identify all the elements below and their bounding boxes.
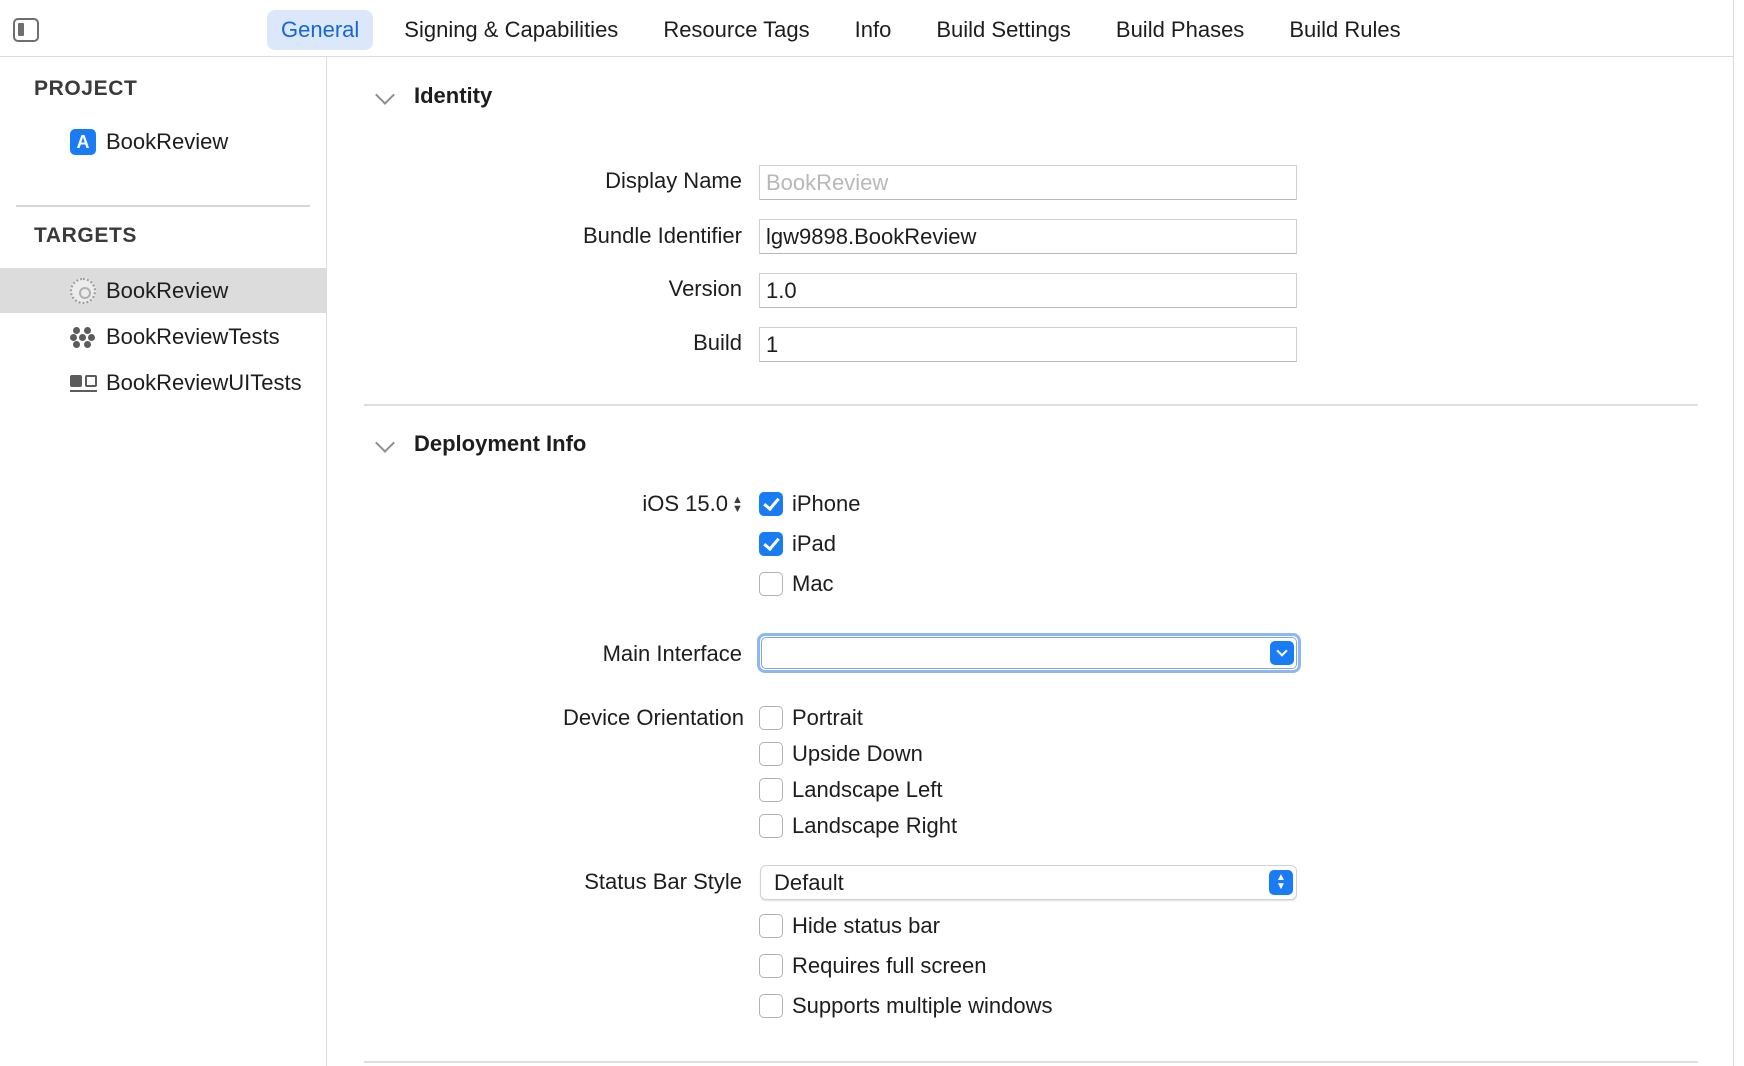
version-row: Version	[328, 276, 742, 306]
bundle-identifier-label: Bundle Identifier	[583, 223, 742, 248]
deployment-section-title: Deployment Info	[414, 431, 587, 456]
project-target-sidebar: PROJECT A BookReview TARGETS BookReview …	[0, 57, 327, 1066]
checkbox-label: Landscape Right	[792, 813, 958, 838]
general-settings-editor: Identity Display Name BookReview Bundle …	[328, 57, 1733, 1066]
main-interface-label: Main Interface	[602, 641, 742, 666]
status-bar-row: Status Bar Style	[328, 869, 742, 899]
sidebar-item-label: BookReviewTests	[106, 324, 280, 349]
window-edge	[1733, 0, 1734, 1066]
tab-signing-capabilities[interactable]: Signing & Capabilities	[390, 10, 632, 50]
checkbox-label: Upside Down	[792, 741, 923, 766]
checkbox-unchecked-icon[interactable]	[759, 778, 783, 802]
build-label: Build	[693, 330, 742, 355]
checkbox-unchecked-icon[interactable]	[759, 914, 783, 938]
main-interface-row: Main Interface	[328, 641, 742, 671]
checkbox-unchecked-icon[interactable]	[759, 706, 783, 730]
project-heading: PROJECT	[34, 77, 138, 100]
sidebar-item-target-bookreview[interactable]: BookReview	[0, 268, 326, 313]
bundle-id-row: Bundle Identifier	[328, 223, 742, 253]
sidebar-item-project-bookreview[interactable]: A BookReview	[0, 119, 326, 164]
checkbox-unchecked-icon[interactable]	[759, 994, 783, 1018]
chevron-down-icon[interactable]	[1270, 641, 1294, 665]
tab-general[interactable]: General	[267, 10, 374, 50]
checkbox-label: iPad	[792, 531, 837, 556]
tab-build-rules[interactable]: Build Rules	[1275, 10, 1414, 50]
deployment-disclosure-chevron-icon[interactable]	[375, 433, 395, 453]
device-checkbox-iphone[interactable]: iPhone	[759, 491, 861, 517]
checkbox-label: Portrait	[792, 705, 863, 730]
ios-version-row: iOS 15.0 ▲ ▼	[328, 491, 743, 521]
tab-list: General Signing & Capabilities Resource …	[267, 10, 1432, 50]
sidebar-item-label: BookReviewUITests	[106, 370, 302, 395]
main-interface-input[interactable]	[761, 637, 1297, 669]
main-interface-combobox[interactable]	[757, 633, 1301, 673]
checkbox-label: iPhone	[792, 491, 861, 516]
stepper-arrows-icon: ▲ ▼	[732, 494, 743, 516]
bundle-identifier-field[interactable]: lgw9898.BookReview	[759, 219, 1297, 254]
ios-version-stepper[interactable]: iOS 15.0 ▲ ▼	[642, 491, 743, 517]
status-bar-style-label: Status Bar Style	[584, 869, 742, 894]
orientation-checkbox-landscape-right[interactable]: Landscape Right	[759, 813, 957, 839]
unit-tests-icon	[70, 324, 96, 350]
status-bar-style-popup[interactable]: Default ▲ ▼	[760, 865, 1297, 900]
tab-info[interactable]: Info	[841, 10, 906, 50]
checkbox-unchecked-icon[interactable]	[759, 742, 783, 766]
popup-arrows-icon[interactable]: ▲ ▼	[1269, 870, 1293, 895]
app-target-icon	[70, 278, 96, 304]
orientation-row: Device Orientation	[328, 705, 744, 735]
tab-resource-tags[interactable]: Resource Tags	[649, 10, 823, 50]
checkbox-checked-icon[interactable]	[759, 492, 783, 516]
checkbox-unchecked-icon[interactable]	[759, 814, 783, 838]
identity-disclosure-chevron-icon[interactable]	[375, 85, 395, 105]
display-name-row: Display Name	[328, 168, 742, 198]
version-field[interactable]: 1.0	[759, 273, 1297, 308]
targets-heading: TARGETS	[34, 224, 137, 247]
sidebar-item-label: BookReview	[106, 278, 229, 303]
sidebar-toggle-icon[interactable]	[13, 18, 39, 42]
checkbox-label: Requires full screen	[792, 953, 987, 978]
section-divider	[364, 404, 1698, 406]
identity-section-title: Identity	[414, 83, 493, 108]
checkbox-hide-status-bar[interactable]: Hide status bar	[759, 913, 940, 939]
tab-build-phases[interactable]: Build Phases	[1102, 10, 1258, 50]
orientation-checkbox-portrait[interactable]: Portrait	[759, 705, 863, 731]
checkbox-requires-full-screen[interactable]: Requires full screen	[759, 953, 986, 979]
ui-tests-icon	[70, 370, 97, 396]
build-field[interactable]: 1	[759, 327, 1297, 362]
checkbox-label: Landscape Left	[792, 777, 943, 802]
ios-version-value: iOS 15.0	[642, 491, 728, 516]
sidebar-item-label: BookReview	[106, 129, 229, 154]
status-bar-style-value: Default	[774, 870, 844, 895]
sidebar-item-target-bookreviewtests[interactable]: BookReviewTests	[0, 314, 326, 359]
checkbox-unchecked-icon[interactable]	[759, 954, 783, 978]
device-orientation-label: Device Orientation	[563, 705, 744, 730]
sidebar-divider	[16, 205, 310, 207]
checkbox-unchecked-icon[interactable]	[759, 572, 783, 596]
orientation-checkbox-upside-down[interactable]: Upside Down	[759, 741, 923, 767]
device-checkbox-ipad[interactable]: iPad	[759, 531, 836, 557]
checkbox-supports-multiple-windows[interactable]: Supports multiple windows	[759, 993, 1052, 1019]
checkbox-label: Supports multiple windows	[792, 993, 1053, 1018]
tab-build-settings[interactable]: Build Settings	[922, 10, 1085, 50]
checkbox-checked-icon[interactable]	[759, 532, 783, 556]
build-row: Build	[328, 330, 742, 360]
version-label: Version	[668, 276, 742, 301]
app-project-icon: A	[70, 129, 96, 155]
device-checkbox-mac[interactable]: Mac	[759, 571, 834, 597]
display-name-field[interactable]: BookReview	[759, 165, 1297, 200]
sidebar-item-target-bookreviewuitests[interactable]: BookReviewUITests	[0, 360, 326, 405]
display-name-label: Display Name	[605, 168, 742, 193]
orientation-checkbox-landscape-left[interactable]: Landscape Left	[759, 777, 942, 803]
checkbox-label: Mac	[792, 571, 834, 596]
section-divider	[364, 1061, 1698, 1063]
checkbox-label: Hide status bar	[792, 913, 940, 938]
editor-tab-bar: General Signing & Capabilities Resource …	[0, 0, 1733, 57]
